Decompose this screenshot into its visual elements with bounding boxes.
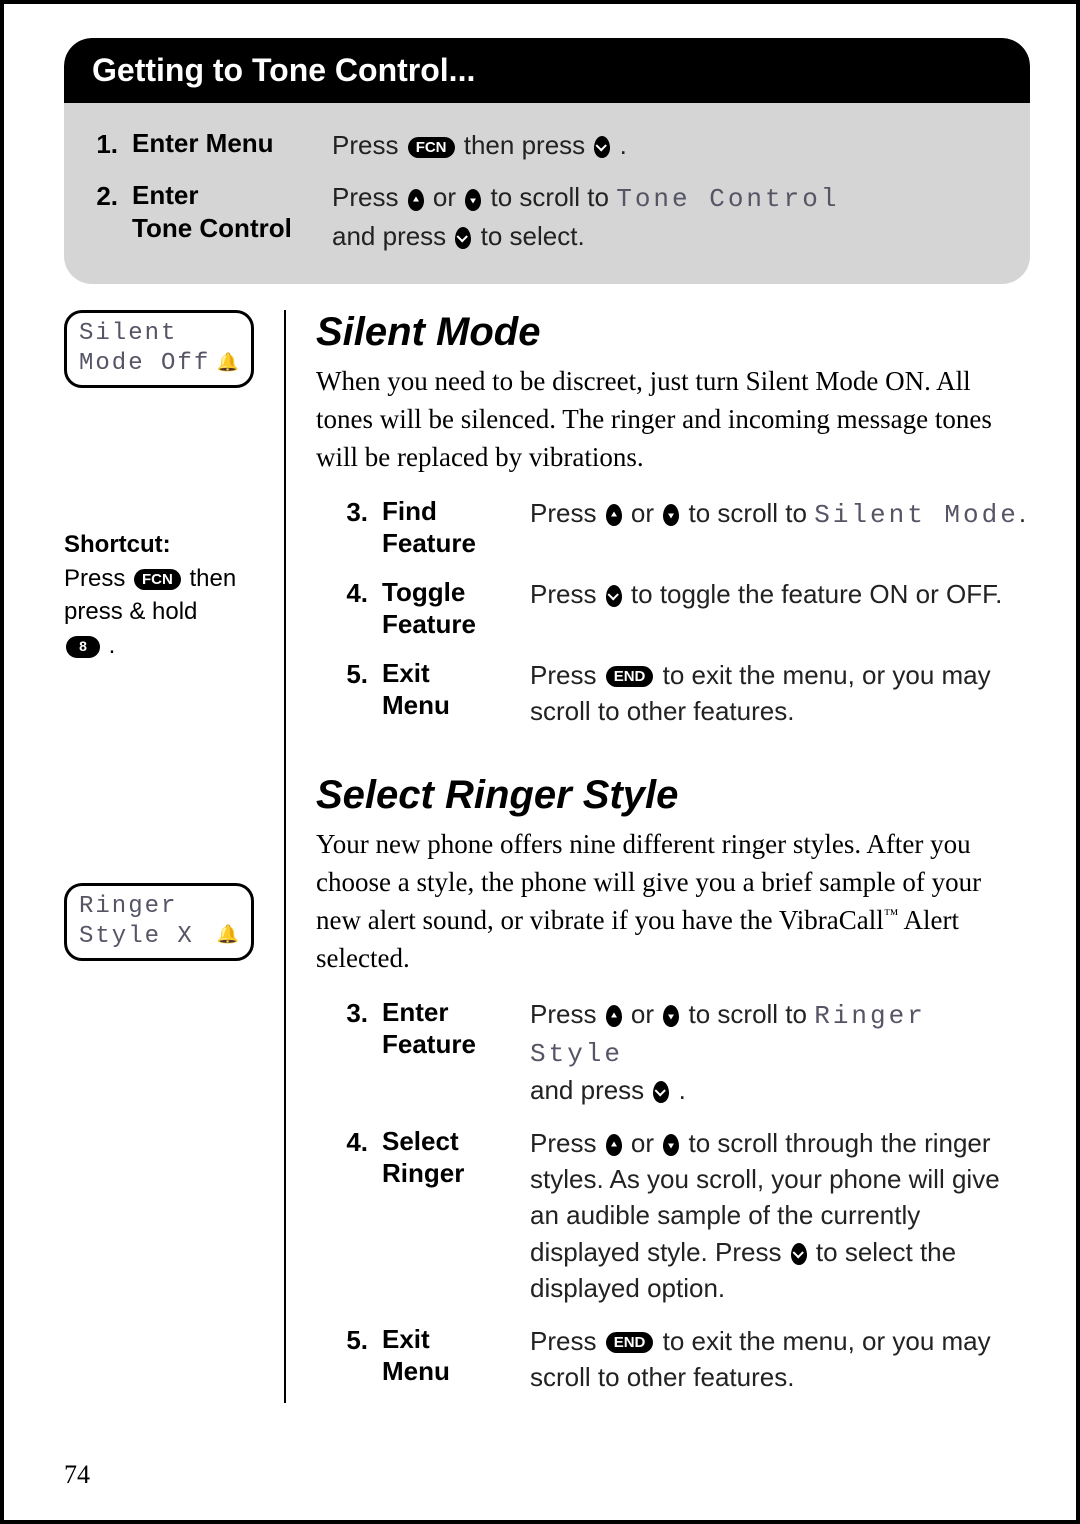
card-title: Getting to Tone Control... <box>64 38 1030 103</box>
text: or <box>433 182 463 212</box>
lcd-line: Silent <box>79 319 241 349</box>
select-icon <box>653 1081 669 1103</box>
lcd-ringer-style: Ringer Style X 🔔 <box>64 883 254 961</box>
content-column: Silent Mode When you need to be discreet… <box>284 310 1030 1403</box>
text: and press <box>332 221 453 251</box>
step-desc: Press END to exit the menu, or you may s… <box>530 657 1030 730</box>
text: Press <box>332 182 406 212</box>
step-title: SelectRinger <box>382 1125 516 1190</box>
select-icon <box>791 1243 807 1265</box>
step-desc: Press END to exit the menu, or you may s… <box>530 1323 1030 1396</box>
scroll-up-icon <box>606 1134 622 1156</box>
scroll-down-icon <box>663 1134 679 1156</box>
fcn-key-icon: FCN <box>408 137 455 158</box>
section-heading-ringer: Select Ringer Style <box>316 773 1030 818</box>
bell-icon: 🔔 <box>217 353 241 376</box>
text: to scroll to <box>491 182 617 212</box>
ringer-step-3: 3. EnterFeature Press or to scroll to Ri… <box>342 988 1030 1117</box>
text: Press <box>64 565 132 592</box>
ringer-step-5: 5. ExitMenu Press END to exit the menu, … <box>342 1315 1030 1404</box>
silent-mode-lead: When you need to be discreet, just turn … <box>316 363 1030 476</box>
step-number: 1. <box>92 127 118 160</box>
text: press & hold <box>64 598 197 625</box>
step-desc: Press or to scroll to Ringer Style and p… <box>530 996 1030 1109</box>
ringer-step-4: 4. SelectRinger Press or to scroll throu… <box>342 1117 1030 1315</box>
silent-step-3: 3. FindFeature Press or to scroll to Sil… <box>342 487 1030 568</box>
end-key-icon: END <box>606 666 654 687</box>
end-key-icon: END <box>606 1332 654 1353</box>
select-icon <box>455 227 471 249</box>
scroll-down-icon <box>465 189 481 211</box>
trademark-icon: ™ <box>884 907 899 923</box>
step-title: Enter Menu <box>132 127 318 160</box>
select-icon <box>594 136 610 158</box>
card-step-2: 2. Enter Tone Control Press or to scroll… <box>92 171 1002 262</box>
step-number: 5. <box>342 1323 368 1356</box>
silent-step-5: 5. ExitMenu Press END to exit the menu, … <box>342 649 1030 738</box>
step-number: 2. <box>92 179 118 212</box>
manual-page: Getting to Tone Control... 1. Enter Menu… <box>0 0 1080 1524</box>
lcd-line: Mode Off 🔔 <box>79 349 241 379</box>
shortcut-heading: Shortcut: <box>64 531 171 558</box>
text: then <box>190 565 237 592</box>
step-title: ExitMenu <box>382 657 516 722</box>
silent-step-4: 4. ToggleFeature Press to toggle the fea… <box>342 568 1030 649</box>
scroll-down-icon <box>663 504 679 526</box>
lcd-line: Style X 🔔 <box>79 922 241 952</box>
step-title: ExitMenu <box>382 1323 516 1388</box>
card-body: 1. Enter Menu Press FCN then press . 2. … <box>64 103 1030 284</box>
text: then press <box>464 130 593 160</box>
lcd-text: Silent Mode <box>814 500 1019 530</box>
section-heading-silent: Silent Mode <box>316 310 1030 355</box>
step-title: Enter Tone Control <box>132 179 318 244</box>
step-desc: Press or to scroll through the ringer st… <box>530 1125 1030 1307</box>
scroll-up-icon <box>606 1005 622 1027</box>
step-desc: Press or to scroll to Silent Mode. <box>530 495 1030 533</box>
scroll-down-icon <box>663 1005 679 1027</box>
step-number: 5. <box>342 657 368 690</box>
sidebar: Silent Mode Off 🔔 Shortcut: Press FCN th… <box>64 310 254 960</box>
text: . <box>620 130 627 160</box>
step-number: 3. <box>342 495 368 528</box>
step-desc: Press or to scroll to Tone Control and p… <box>332 179 1002 254</box>
step-number: 3. <box>342 996 368 1029</box>
lcd-line: Ringer <box>79 892 241 922</box>
fcn-key-icon: FCN <box>134 569 181 590</box>
step-title: ToggleFeature <box>382 576 516 641</box>
lcd-silent-mode: Silent Mode Off 🔔 <box>64 310 254 388</box>
keycap-8-icon: 8 <box>66 636 100 658</box>
page-number: 74 <box>64 1460 90 1490</box>
text: Press <box>332 130 406 160</box>
lcd-text: Tone Control <box>616 184 839 214</box>
card-step-1: 1. Enter Menu Press FCN then press . <box>92 119 1002 171</box>
tone-control-card: Getting to Tone Control... 1. Enter Menu… <box>64 38 1030 284</box>
main-columns: Silent Mode Off 🔔 Shortcut: Press FCN th… <box>64 310 1030 1403</box>
ringer-lead: Your new phone offers nine different rin… <box>316 826 1030 977</box>
step-desc: Press to toggle the feature ON or OFF. <box>530 576 1030 612</box>
step-number: 4. <box>342 576 368 609</box>
text: to select. <box>481 221 585 251</box>
step-desc: Press FCN then press . <box>332 127 1002 163</box>
scroll-up-icon <box>606 504 622 526</box>
select-icon <box>606 585 622 607</box>
shortcut-block: Shortcut: Press FCN then press & hold 8 … <box>64 528 254 662</box>
step-number: 4. <box>342 1125 368 1158</box>
scroll-up-icon <box>408 189 424 211</box>
text: . <box>109 632 116 659</box>
step-title: FindFeature <box>382 495 516 560</box>
bell-icon: 🔔 <box>217 925 241 948</box>
step-title: EnterFeature <box>382 996 516 1061</box>
